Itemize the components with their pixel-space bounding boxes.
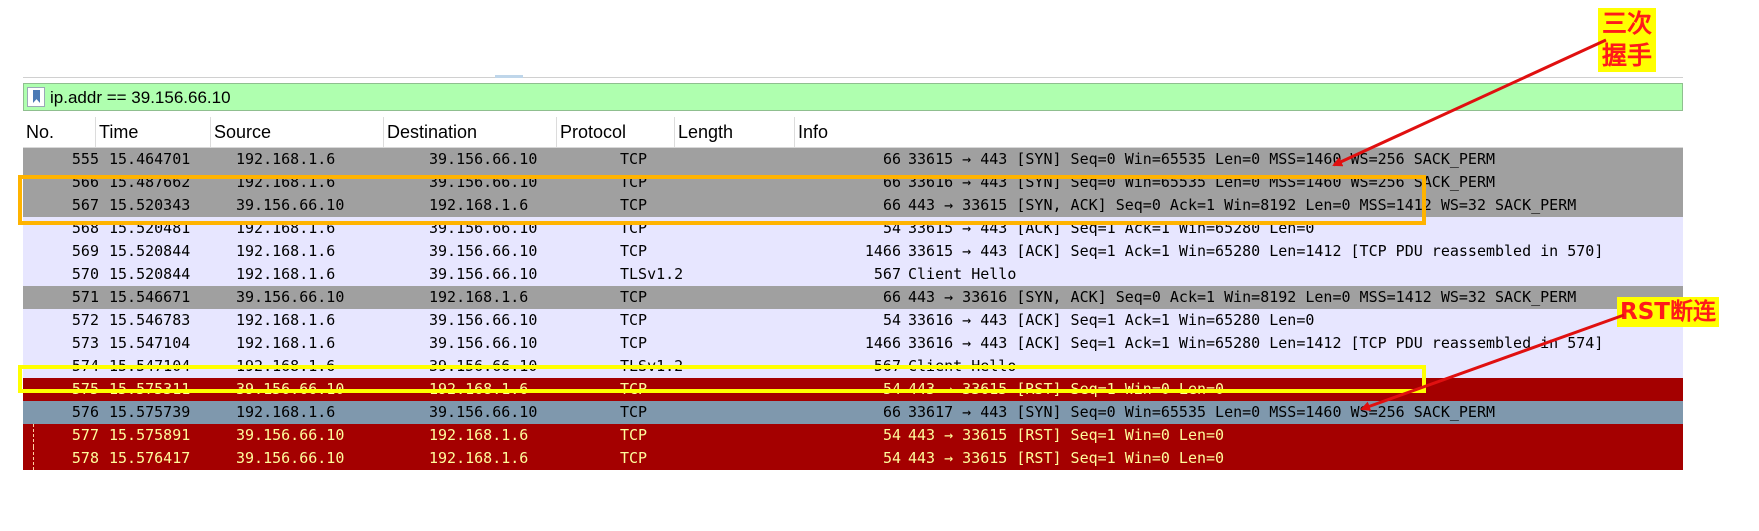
packet-source: 192.168.1.6	[236, 334, 336, 352]
packet-number: 578	[71, 449, 99, 467]
packet-time: 15.546783	[109, 311, 191, 329]
packet-info: 33617 → 443 [SYN] Seq=0 Win=65535 Len=0 …	[908, 403, 1495, 421]
handshake-annotation: 三次 握手	[1598, 8, 1656, 72]
packet-row[interactable]: 571 15.546671 39.156.66.10 192.168.1.6 TCP 66…	[23, 286, 1683, 309]
packet-info: 443 → 33615 [RST] Seq=1 Win=0 Len=0	[908, 426, 1225, 444]
window-top-border	[23, 77, 1683, 78]
packet-source: 192.168.1.6	[236, 242, 336, 260]
packet-length: 1466	[864, 334, 901, 352]
packet-length: 54	[882, 449, 901, 467]
packet-info: 33615 → 443 [ACK] Seq=1 Ack=1 Win=65280 …	[908, 242, 1604, 260]
toolbar-edge-marker	[495, 75, 523, 78]
packet-info: Client Hello	[908, 265, 1017, 283]
rst-annotation: RST断连	[1617, 297, 1719, 327]
packet-source: 39.156.66.10	[236, 288, 345, 306]
packet-number: 573	[71, 334, 99, 352]
handshake-highlight-box	[18, 175, 1426, 225]
packet-time: 15.575891	[109, 426, 191, 444]
packet-row[interactable]: 569 15.520844 192.168.1.6 39.156.66.10 TCP 14…	[23, 240, 1683, 263]
packet-destination: 192.168.1.6	[429, 288, 529, 306]
column-header-time[interactable]: Time	[95, 117, 210, 147]
rst-highlight-box	[18, 365, 1426, 393]
packet-number: 576	[71, 403, 99, 421]
packet-source: 39.156.66.10	[236, 426, 345, 444]
packet-number: 577	[71, 426, 99, 444]
packet-info: 443 → 33616 [SYN, ACK] Seq=0 Ack=1 Win=8…	[908, 288, 1577, 306]
packet-length: 54	[882, 311, 901, 329]
packet-destination: 39.156.66.10	[429, 242, 538, 260]
packet-protocol: TCP	[620, 242, 648, 260]
handshake-annotation-line1: 三次	[1601, 9, 1652, 38]
packet-number: 569	[71, 242, 99, 260]
column-header-no[interactable]: No.	[23, 117, 95, 147]
packet-destination: 39.156.66.10	[429, 403, 538, 421]
packet-info: 443 → 33615 [RST] Seq=1 Win=0 Len=0	[908, 449, 1225, 467]
packet-destination: 192.168.1.6	[429, 449, 529, 467]
packet-length: 66	[882, 403, 901, 421]
packet-length: 66	[882, 288, 901, 306]
display-filter-bar[interactable]: ip.addr == 39.156.66.10	[23, 83, 1683, 111]
packet-source: 39.156.66.10	[236, 449, 345, 467]
packet-info: 33616 → 443 [ACK] Seq=1 Ack=1 Win=65280 …	[908, 334, 1604, 352]
packet-number: 572	[71, 311, 99, 329]
packet-info: 33616 → 443 [ACK] Seq=1 Ack=1 Win=65280 …	[908, 311, 1315, 329]
packet-row[interactable]: 570 15.520844 192.168.1.6 39.156.66.10 TLSv1…	[23, 263, 1683, 286]
packet-protocol: TCP	[620, 334, 648, 352]
packet-source: 192.168.1.6	[236, 265, 336, 283]
packet-protocol: TCP	[620, 426, 648, 444]
packet-length: 567	[873, 265, 901, 283]
packet-source: 192.168.1.6	[236, 311, 336, 329]
packet-row[interactable]: 555 15.464701 192.168.1.6 39.156.66.10 TCP 66…	[23, 148, 1683, 171]
packet-time: 15.547104	[109, 334, 191, 352]
column-header-source[interactable]: Source	[210, 117, 383, 147]
packet-time: 15.576417	[109, 449, 191, 467]
column-header-length[interactable]: Length	[674, 117, 794, 147]
column-header-destination[interactable]: Destination	[383, 117, 556, 147]
packet-destination: 192.168.1.6	[429, 426, 529, 444]
handshake-annotation-line2: 握手	[1601, 41, 1652, 70]
packet-protocol: TCP	[620, 449, 648, 467]
bookmark-icon[interactable]	[27, 87, 45, 107]
packet-destination: 39.156.66.10	[429, 265, 538, 283]
column-header-info[interactable]: Info	[794, 117, 1683, 147]
packet-protocol: TLSv1.2	[620, 265, 684, 283]
packet-length: 1466	[864, 242, 901, 260]
packet-protocol: TCP	[620, 311, 648, 329]
packet-destination: 39.156.66.10	[429, 150, 538, 168]
packet-number: 570	[71, 265, 99, 283]
column-header-protocol[interactable]: Protocol	[556, 117, 674, 147]
packet-number: 571	[71, 288, 99, 306]
packet-time: 15.546671	[109, 288, 191, 306]
packet-row[interactable]: 578 15.576417 39.156.66.10 192.168.1.6 TCP 54…	[23, 447, 1683, 470]
packet-row[interactable]: 576 15.575739 192.168.1.6 39.156.66.10 TCP 66…	[23, 401, 1683, 424]
packet-destination: 39.156.66.10	[429, 334, 538, 352]
packet-protocol: TCP	[620, 150, 648, 168]
packet-destination: 39.156.66.10	[429, 311, 538, 329]
packet-length: 54	[882, 426, 901, 444]
packet-number: 555	[71, 150, 99, 168]
packet-time: 15.575739	[109, 403, 191, 421]
packet-time: 15.520844	[109, 265, 191, 283]
packet-list-header: No. Time Source Destination Protocol Len…	[23, 117, 1683, 148]
packet-source: 192.168.1.6	[236, 150, 336, 168]
packet-protocol: TCP	[620, 403, 648, 421]
wireshark-packet-list-window: ip.addr == 39.156.66.10 No. Time Source …	[23, 80, 1683, 531]
packet-protocol: TCP	[620, 288, 648, 306]
packet-row[interactable]: 572 15.546783 192.168.1.6 39.156.66.10 TCP 54…	[23, 309, 1683, 332]
packet-row[interactable]: 573 15.547104 192.168.1.6 39.156.66.10 TCP 14…	[23, 332, 1683, 355]
packet-source: 192.168.1.6	[236, 403, 336, 421]
packet-info: 33615 → 443 [SYN] Seq=0 Win=65535 Len=0 …	[908, 150, 1495, 168]
packet-time: 15.464701	[109, 150, 191, 168]
packet-time: 15.520844	[109, 242, 191, 260]
packet-length: 66	[882, 150, 901, 168]
packet-row[interactable]: 577 15.575891 39.156.66.10 192.168.1.6 TCP 54…	[23, 424, 1683, 447]
display-filter-input[interactable]: ip.addr == 39.156.66.10	[50, 88, 231, 108]
